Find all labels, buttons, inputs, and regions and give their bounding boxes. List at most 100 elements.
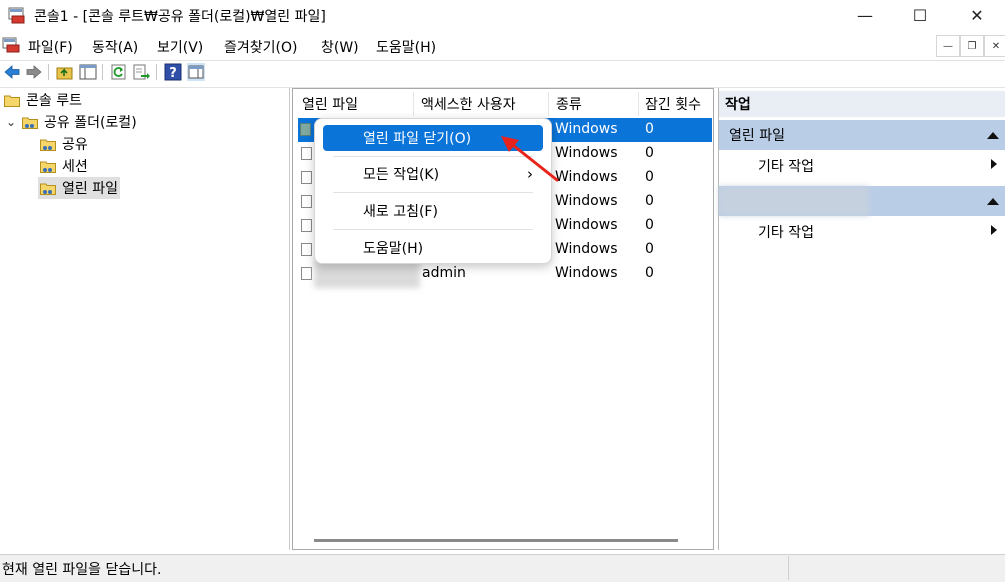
file-icon (300, 123, 311, 136)
menu-separator (333, 229, 533, 230)
cell-locks: 0 (645, 169, 654, 185)
actions-header: 작업 (719, 91, 1005, 117)
column-header-type[interactable]: 종류 (556, 92, 582, 116)
cell-locks: 0 (645, 145, 654, 161)
cell-user: admin (422, 265, 466, 281)
show-hide-action-pane-button[interactable] (187, 63, 205, 81)
toolbar-separator (48, 64, 49, 80)
file-icon (301, 195, 312, 208)
refresh-icon (111, 64, 126, 80)
share-folder-icon (40, 138, 56, 151)
column-separator[interactable] (638, 92, 639, 116)
folder-icon (4, 94, 20, 107)
tree-label: 열린 파일 (62, 181, 118, 197)
menu-favorites[interactable]: 즐겨찾기(O) (224, 37, 297, 57)
menu-file[interactable]: 파일(F) (28, 37, 73, 57)
tree-item-shares[interactable]: 공유 (40, 133, 88, 155)
column-header-locks[interactable]: 잠긴 횟수 (645, 92, 701, 116)
menu-bar (0, 33, 1005, 59)
action-group-selected-file[interactable] (719, 186, 1005, 216)
forward-button[interactable] (25, 63, 43, 81)
file-icon (301, 219, 312, 232)
minimize-button[interactable]: — (842, 0, 888, 30)
expand-chevron-icon[interactable]: ⌄ (6, 115, 22, 129)
status-divider (788, 556, 789, 580)
horizontal-scrollbar[interactable] (314, 539, 678, 542)
shared-folder-icon (22, 116, 38, 129)
svg-text:?: ? (169, 66, 177, 81)
action-more-actions[interactable]: 기타 작업 (758, 222, 814, 242)
redacted-group-title (719, 186, 869, 216)
back-button[interactable] (3, 63, 21, 81)
column-separator[interactable] (548, 92, 549, 116)
menu-action[interactable]: 동작(A) (92, 37, 138, 57)
submenu-arrow-icon (991, 159, 997, 169)
forward-icon (26, 65, 42, 79)
cell-type: Windows (555, 193, 618, 209)
cell-locks: 0 (645, 241, 654, 257)
menu-separator (333, 192, 533, 193)
file-icon (301, 147, 312, 160)
up-one-level-button[interactable] (56, 63, 74, 81)
toolbar-separator (102, 64, 103, 80)
file-icon (301, 171, 312, 184)
status-text: 현재 열린 파일을 닫습니다. (2, 562, 162, 578)
tree-item-console-root[interactable]: 콘솔 루트 (4, 89, 82, 111)
console-menu-icon[interactable] (2, 37, 20, 53)
back-icon (4, 65, 20, 79)
up-folder-icon (56, 67, 73, 80)
action-group-open-files[interactable]: 열린 파일 (719, 120, 1005, 150)
collapse-icon[interactable] (987, 131, 999, 139)
cell-locks: 0 (645, 217, 654, 233)
mdi-minimize-icon: — (943, 40, 953, 52)
cell-type: Windows (555, 241, 618, 257)
annotation-arrow-icon (501, 136, 559, 182)
mdi-restore-button[interactable]: ❐ (960, 35, 984, 57)
export-list-icon (133, 64, 150, 80)
actions-title: 작업 (725, 97, 751, 113)
menu-item-label: 모든 작업(K) (363, 167, 440, 183)
file-icon (301, 267, 312, 280)
help-icon: ? (164, 63, 182, 81)
show-hide-action-pane-icon (187, 63, 205, 81)
close-button[interactable]: ✕ (954, 0, 1000, 30)
menu-help[interactable]: 도움말(H) (376, 37, 436, 57)
menu-item-help[interactable]: 도움말(H) (323, 235, 543, 261)
show-hide-tree-icon (79, 64, 97, 80)
window-title: 콘솔1 - [콘솔 루트₩공유 폴더(로컬)₩열린 파일] (34, 9, 326, 25)
menu-item-refresh[interactable]: 새로 고침(F) (323, 198, 543, 224)
tree-label: 세션 (62, 159, 88, 175)
tree-item-open-files[interactable]: 열린 파일 (38, 177, 120, 199)
cell-type: Windows (555, 217, 618, 233)
menu-view[interactable]: 보기(V) (157, 37, 203, 57)
action-group-title: 열린 파일 (729, 128, 785, 144)
column-separator[interactable] (413, 92, 414, 116)
menu-window[interactable]: 창(W) (321, 37, 359, 57)
maximize-icon: ☐ (912, 5, 928, 25)
column-header-accessed-by[interactable]: 액세스한 사용자 (421, 92, 516, 116)
tree-item-shared-folders[interactable]: ⌄ 공유 폴더(로컬) (6, 111, 137, 133)
mdi-minimize-button[interactable]: — (936, 35, 960, 57)
collapse-icon[interactable] (987, 197, 999, 205)
help-button[interactable]: ? (164, 63, 182, 81)
mdi-close-icon: ✕ (991, 40, 1001, 52)
mmc-app-icon (8, 7, 25, 24)
maximize-button[interactable]: ☐ (897, 0, 943, 30)
toolbar-separator (156, 64, 157, 80)
redacted-filename (314, 260, 420, 288)
cell-type: Windows (555, 265, 618, 281)
mdi-close-button[interactable]: ✕ (984, 35, 1005, 57)
column-header-open-file[interactable]: 열린 파일 (302, 92, 358, 116)
mdi-restore-icon: ❐ (967, 40, 977, 52)
cell-locks: 0 (645, 121, 654, 137)
tree-item-sessions[interactable]: 세션 (40, 155, 88, 177)
refresh-button[interactable] (110, 63, 128, 81)
tree-label: 공유 폴더(로컬) (44, 115, 137, 131)
table-row[interactable]: admin Windows 0 (298, 260, 712, 288)
action-more-actions[interactable]: 기타 작업 (758, 156, 814, 176)
submenu-arrow-icon (991, 225, 997, 235)
cell-locks: 0 (645, 193, 654, 209)
show-hide-tree-button[interactable] (79, 63, 97, 81)
export-list-button[interactable] (133, 63, 151, 81)
tree-label: 콘솔 루트 (26, 93, 82, 109)
